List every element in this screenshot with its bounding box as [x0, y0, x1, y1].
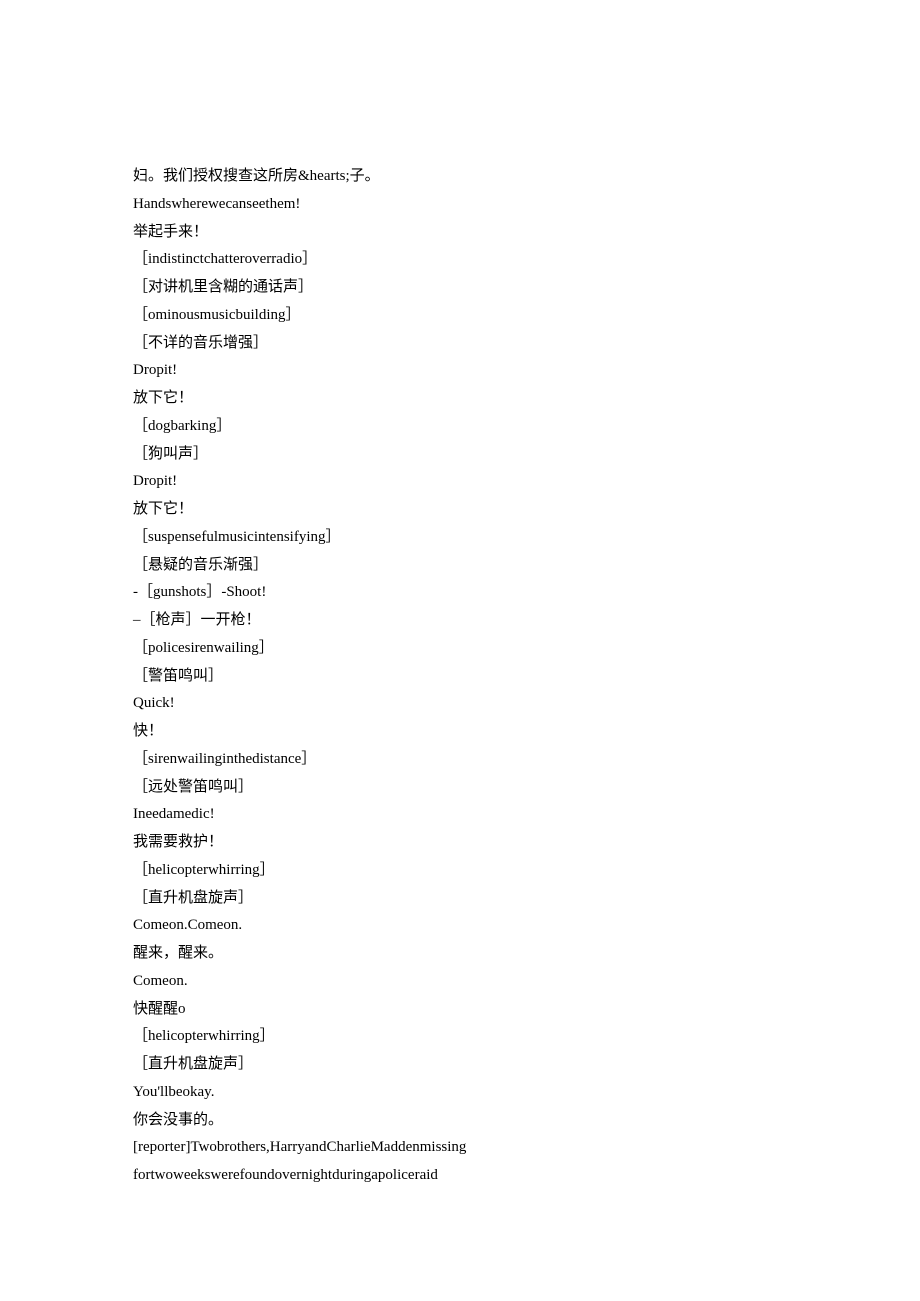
text-line: 放下它！	[133, 385, 920, 413]
text-line: Dropit!	[133, 357, 920, 385]
text-line: ［ominousmusicbuilding］	[133, 302, 920, 330]
text-line: ［helicopterwhirring］	[133, 1023, 920, 1051]
text-line: -［gunshots］-Shoot!	[133, 579, 920, 607]
text-line: ［helicopterwhirring］	[133, 857, 920, 885]
text-line: 举起手来！	[133, 219, 920, 247]
document-body: 妇。我们授权搜查这所房&hearts;子。Handswherewecanseet…	[133, 163, 920, 1190]
text-line: Ineedamedic!	[133, 801, 920, 829]
document-page: 妇。我们授权搜查这所房&hearts;子。Handswherewecanseet…	[0, 0, 920, 1301]
text-line: 放下它！	[133, 496, 920, 524]
text-line: 妇。我们授权搜查这所房&hearts;子。	[133, 163, 920, 191]
text-line: Dropit!	[133, 468, 920, 496]
text-line: 醒来，醒来。	[133, 940, 920, 968]
text-line: ［policesirenwailing］	[133, 635, 920, 663]
text-line: 快！	[133, 718, 920, 746]
text-line: ［不详的音乐增强］	[133, 330, 920, 358]
text-line: Comeon.	[133, 968, 920, 996]
text-line: –［枪声］一开枪！	[133, 607, 920, 635]
text-line: ［dogbarking］	[133, 413, 920, 441]
text-line: fortwoweekswerefoundovernightduringapoli…	[133, 1162, 920, 1190]
text-line: 你会没事的。	[133, 1107, 920, 1135]
text-line: [reporter]Twobrothers,HarryandCharlieMad…	[133, 1134, 920, 1162]
text-line: Comeon.Comeon.	[133, 912, 920, 940]
text-line: Quick!	[133, 690, 920, 718]
text-line: ［远处警笛鸣叫］	[133, 774, 920, 802]
text-line: ［sirenwailinginthedistance］	[133, 746, 920, 774]
text-line: ［直升机盘旋声］	[133, 885, 920, 913]
text-line: ［indistinctchatteroverradio］	[133, 246, 920, 274]
text-line: ［警笛鸣叫］	[133, 663, 920, 691]
text-line: ［suspensefulmusicintensifying］	[133, 524, 920, 552]
text-line: 我需要救护！	[133, 829, 920, 857]
text-line: Handswherewecanseethem!	[133, 191, 920, 219]
text-line: ［悬疑的音乐渐强］	[133, 552, 920, 580]
text-line: You'llbeokay.	[133, 1079, 920, 1107]
text-line: ［对讲机里含糊的通话声］	[133, 274, 920, 302]
text-line: 快醒醒o	[133, 996, 920, 1024]
text-line: ［直升机盘旋声］	[133, 1051, 920, 1079]
text-line: ［狗叫声］	[133, 441, 920, 469]
